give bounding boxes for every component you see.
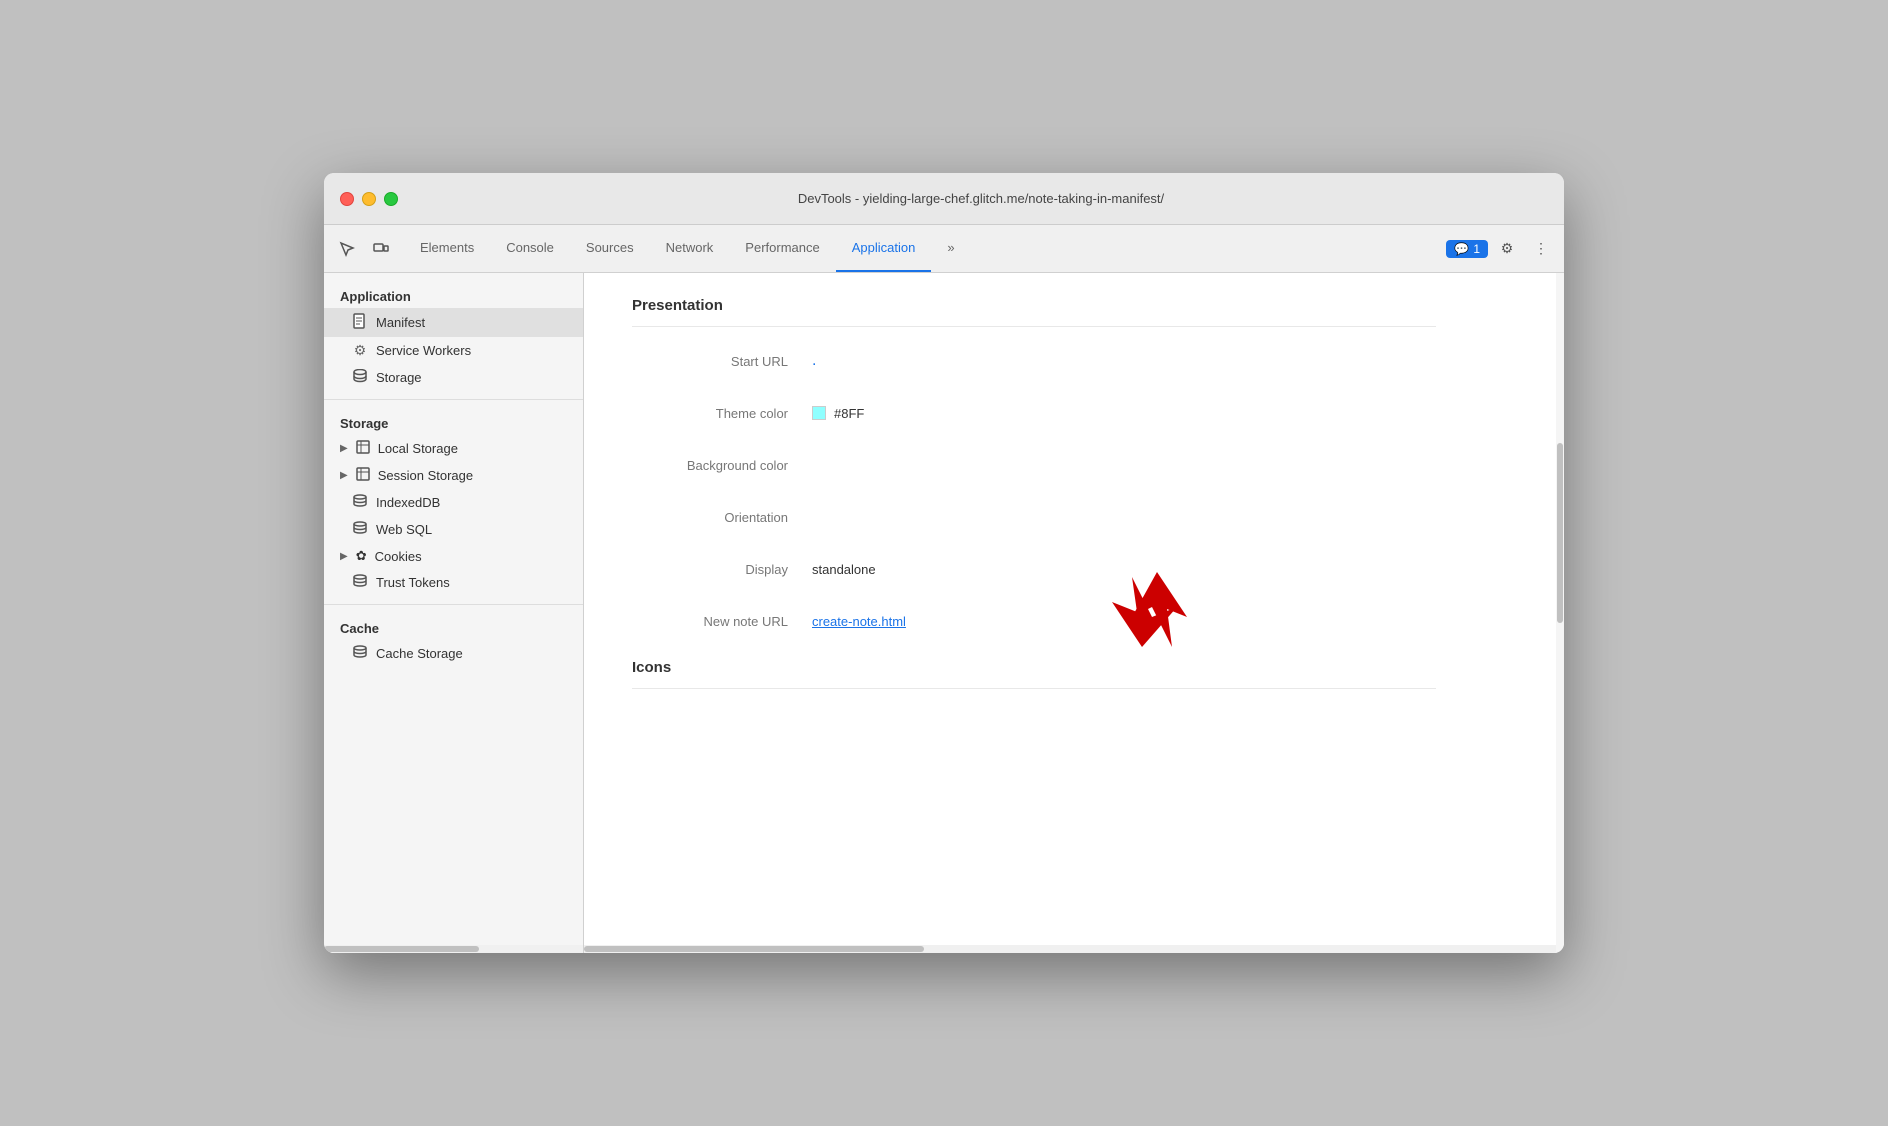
sidebar-scrollbar-thumb xyxy=(324,946,479,952)
field-start-url: Start URL . xyxy=(632,347,1436,375)
more-options-button[interactable]: ⋮ xyxy=(1526,234,1556,264)
indexeddb-icon xyxy=(352,494,368,511)
sidebar: Application Manifest ⚙ Service Workers xyxy=(324,273,584,953)
manifest-label: Manifest xyxy=(376,315,425,330)
vertical-scrollbar-thumb xyxy=(1557,443,1563,623)
display-label: Display xyxy=(632,562,812,577)
sidebar-item-local-storage[interactable]: ▶ Local Storage xyxy=(324,435,583,462)
tab-bar: Elements Console Sources Network Perform… xyxy=(324,225,1564,273)
divider-2 xyxy=(324,604,583,605)
orientation-label: Orientation xyxy=(632,510,812,525)
indexeddb-label: IndexedDB xyxy=(376,495,440,510)
icons-section: Icons xyxy=(632,659,1436,689)
theme-color-value: #8FF xyxy=(812,406,864,421)
settings-button[interactable]: ⚙ xyxy=(1492,234,1522,264)
sidebar-item-indexeddb[interactable]: IndexedDB xyxy=(324,489,583,516)
display-value: standalone xyxy=(812,562,876,577)
application-section-title: Application xyxy=(324,281,583,308)
sidebar-item-trust-tokens[interactable]: Trust Tokens xyxy=(324,569,583,596)
storage-app-label: Storage xyxy=(376,370,422,385)
devtools-window: DevTools - yielding-large-chef.glitch.me… xyxy=(324,173,1564,953)
session-storage-label: Session Storage xyxy=(378,468,473,483)
web-sql-icon xyxy=(352,521,368,538)
theme-color-swatch xyxy=(812,406,826,420)
manifest-content: Presentation Start URL . Theme color #8F… xyxy=(584,273,1484,733)
theme-color-label: Theme color xyxy=(632,406,812,421)
field-background-color: Background color xyxy=(632,451,1436,479)
theme-color-text: #8FF xyxy=(834,406,864,421)
background-color-label: Background color xyxy=(632,458,812,473)
tab-elements[interactable]: Elements xyxy=(404,225,490,272)
chat-icon: 💬 xyxy=(1454,242,1469,256)
sidebar-scrollbar[interactable] xyxy=(324,945,583,953)
field-orientation: Orientation xyxy=(632,503,1436,531)
storage-app-icon xyxy=(352,369,368,386)
traffic-lights xyxy=(340,192,398,206)
sidebar-item-session-storage[interactable]: ▶ Session Storage xyxy=(324,462,583,489)
device-toolbar-button[interactable] xyxy=(366,234,396,264)
display-text: standalone xyxy=(812,562,876,577)
tab-performance[interactable]: Performance xyxy=(729,225,835,272)
horizontal-scrollbar[interactable] xyxy=(584,945,1556,953)
local-storage-label: Local Storage xyxy=(378,441,458,456)
sidebar-item-service-workers[interactable]: ⚙ Service Workers xyxy=(324,337,583,364)
session-storage-chevron: ▶ xyxy=(340,470,348,481)
tab-more[interactable]: » xyxy=(931,225,970,272)
start-url-link: . xyxy=(812,352,816,370)
session-storage-icon xyxy=(356,467,370,484)
local-storage-icon xyxy=(356,440,370,457)
manifest-icon xyxy=(352,313,368,332)
new-note-url-label: New note URL xyxy=(632,614,812,629)
cache-section-title: Cache xyxy=(324,613,583,640)
start-url-value[interactable]: . xyxy=(812,352,816,370)
field-display: Display standalone xyxy=(632,555,1436,583)
field-new-note-url: New note URL create-note.html xyxy=(632,607,1436,635)
icons-title: Icons xyxy=(632,659,1436,689)
trust-tokens-label: Trust Tokens xyxy=(376,575,450,590)
sidebar-item-cookies[interactable]: ▶ ✿ Cookies xyxy=(324,543,583,569)
start-url-label: Start URL xyxy=(632,354,812,369)
close-button[interactable] xyxy=(340,192,354,206)
tab-network[interactable]: Network xyxy=(650,225,730,272)
divider-1 xyxy=(324,399,583,400)
sidebar-item-storage-app[interactable]: Storage xyxy=(324,364,583,391)
sidebar-item-manifest[interactable]: Manifest xyxy=(324,308,583,337)
inspect-element-button[interactable] xyxy=(332,234,362,264)
presentation-title: Presentation xyxy=(632,297,1436,327)
sidebar-item-cache-storage[interactable]: Cache Storage xyxy=(324,640,583,667)
minimize-button[interactable] xyxy=(362,192,376,206)
tab-application[interactable]: Application xyxy=(836,225,932,272)
new-note-url-value[interactable]: create-note.html xyxy=(812,614,906,629)
new-note-url-link: create-note.html xyxy=(812,614,906,629)
horizontal-scrollbar-thumb xyxy=(584,946,924,952)
cookies-label: Cookies xyxy=(375,549,422,564)
field-theme-color: Theme color #8FF xyxy=(632,399,1436,427)
tabs: Elements Console Sources Network Perform… xyxy=(404,225,1446,272)
cookies-icon: ✿ xyxy=(356,548,367,564)
window-title: DevTools - yielding-large-chef.glitch.me… xyxy=(414,191,1548,206)
storage-section-title: Storage xyxy=(324,408,583,435)
chat-button[interactable]: 💬 1 xyxy=(1446,240,1488,258)
sidebar-item-web-sql[interactable]: Web SQL xyxy=(324,516,583,543)
chat-count: 1 xyxy=(1473,242,1480,256)
fullscreen-button[interactable] xyxy=(384,192,398,206)
service-workers-icon: ⚙ xyxy=(352,342,368,359)
cache-storage-label: Cache Storage xyxy=(376,646,463,661)
cookies-chevron: ▶ xyxy=(340,551,348,562)
cache-storage-icon xyxy=(352,645,368,662)
trust-tokens-icon xyxy=(352,574,368,591)
toolbar-left xyxy=(332,225,396,272)
title-bar: DevTools - yielding-large-chef.glitch.me… xyxy=(324,173,1564,225)
tab-console[interactable]: Console xyxy=(490,225,570,272)
service-workers-label: Service Workers xyxy=(376,343,471,358)
tab-sources[interactable]: Sources xyxy=(570,225,650,272)
local-storage-chevron: ▶ xyxy=(340,443,348,454)
content-panel: Presentation Start URL . Theme color #8F… xyxy=(584,273,1564,953)
vertical-scrollbar[interactable] xyxy=(1556,273,1564,953)
web-sql-label: Web SQL xyxy=(376,522,432,537)
main-content: Application Manifest ⚙ Service Workers xyxy=(324,273,1564,953)
toolbar-right: 💬 1 ⚙ ⋮ xyxy=(1446,225,1556,272)
